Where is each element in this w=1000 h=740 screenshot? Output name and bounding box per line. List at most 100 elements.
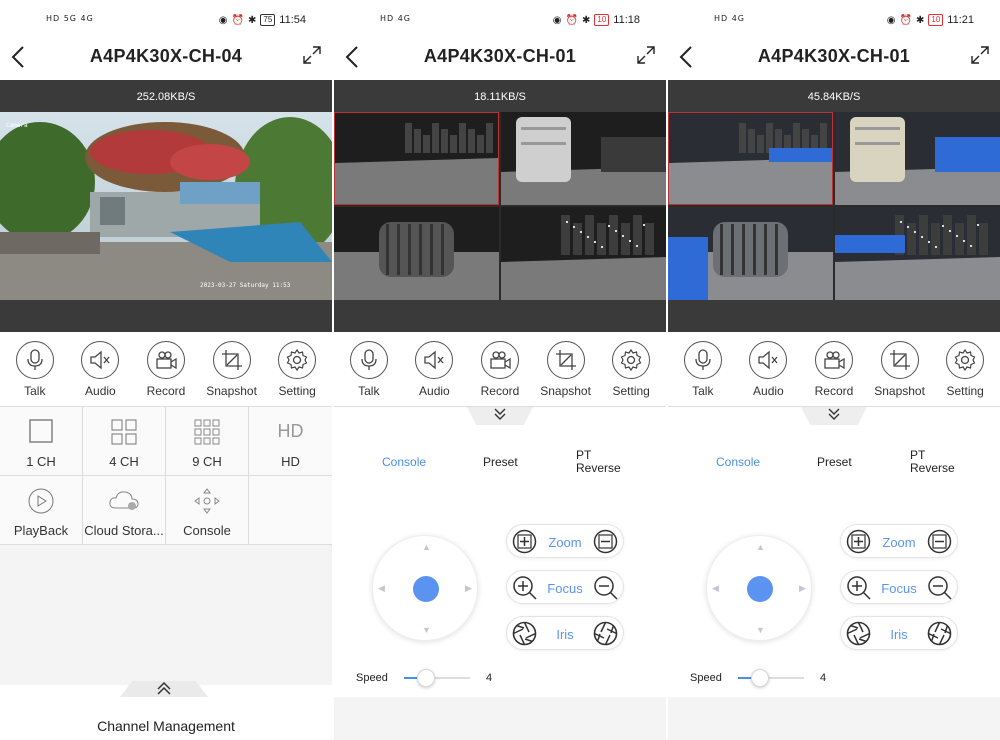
record-button[interactable]: Record xyxy=(135,333,197,406)
speed-label: Speed xyxy=(356,672,388,684)
collapse-panel-button[interactable] xyxy=(801,407,867,425)
video-tile-3[interactable] xyxy=(668,207,833,300)
video-camera-icon xyxy=(156,351,177,370)
tab-pt-reverse[interactable]: PT Reverse xyxy=(910,449,960,475)
double-chevron-down-icon xyxy=(494,408,506,420)
bluetooth-icon: ✱ xyxy=(581,14,591,26)
setting-button[interactable]: Setting xyxy=(600,333,662,406)
left-arrow-icon[interactable]: ◀ xyxy=(712,583,719,594)
toolbar: Talk Audio Record Snapshot Setting xyxy=(668,333,1000,407)
speed-control: Speed 4 xyxy=(668,665,1000,689)
right-arrow-icon[interactable]: ▶ xyxy=(799,583,806,594)
record-button[interactable]: Record xyxy=(803,333,865,406)
speed-slider-thumb[interactable] xyxy=(751,669,769,687)
focus-out-icon[interactable] xyxy=(926,574,953,601)
tab-pt-reverse[interactable]: PT Reverse xyxy=(576,449,626,475)
video-view[interactable] xyxy=(334,112,666,300)
tab-console[interactable]: Console xyxy=(382,455,426,469)
phone-screen-2: HD 4G ◉ ⏰ ✱ 10 11:18 A4P4K30X-CH-01 18.1… xyxy=(334,0,666,740)
video-tile-1[interactable] xyxy=(668,112,833,205)
playback-button[interactable]: PlayBack xyxy=(0,476,83,545)
video-tile-1[interactable] xyxy=(334,112,499,205)
hd-button[interactable]: HD HD xyxy=(249,407,332,476)
gear-icon xyxy=(620,349,642,371)
speed-slider[interactable] xyxy=(738,669,804,687)
speed-control: Speed 4 xyxy=(334,665,666,689)
talk-button[interactable]: Talk xyxy=(672,333,734,406)
down-arrow-icon[interactable]: ▼ xyxy=(422,625,431,635)
channel-management-bar[interactable]: Channel Management xyxy=(0,681,332,740)
fullscreen-icon[interactable] xyxy=(302,45,322,65)
up-arrow-icon[interactable]: ▲ xyxy=(756,542,765,552)
phone-screen-3: HD 4G ◉ ⏰ ✱ 10 11:21 A4P4K30X-CH-01 45.8… xyxy=(668,0,1000,740)
four-channel-button[interactable]: 4 CH xyxy=(83,407,166,476)
video-tile-4[interactable] xyxy=(835,207,1000,300)
fullscreen-icon[interactable] xyxy=(970,45,990,65)
audio-button[interactable]: Audio xyxy=(737,333,799,406)
one-channel-button[interactable]: 1 CH xyxy=(0,407,83,476)
page-title: A4P4K30X-CH-01 xyxy=(757,46,911,66)
hd-text-icon: HD xyxy=(277,421,304,441)
ptz-joystick[interactable]: ▲ ▼ ◀ ▶ xyxy=(706,535,812,641)
video-tile-4[interactable] xyxy=(501,207,666,300)
gear-icon xyxy=(954,349,976,371)
cloud-storage-button[interactable]: Cloud Stora... xyxy=(83,476,166,545)
camera-feed-image xyxy=(334,207,499,300)
audio-button[interactable]: Audio xyxy=(403,333,465,406)
collapse-panel-button[interactable] xyxy=(467,407,533,425)
joystick-knob[interactable] xyxy=(747,576,773,602)
focus-out-icon[interactable] xyxy=(592,574,619,601)
video-camera-icon xyxy=(490,351,511,370)
setting-button[interactable]: Setting xyxy=(934,333,996,406)
talk-button[interactable]: Talk xyxy=(4,333,66,406)
record-button[interactable]: Record xyxy=(469,333,531,406)
network-indicators: HD 4G xyxy=(380,14,412,23)
zoom-control: Zoom xyxy=(506,524,624,558)
battery-indicator: 10 xyxy=(928,14,944,26)
crop-icon xyxy=(555,350,576,370)
up-arrow-icon[interactable]: ▲ xyxy=(422,542,431,552)
camera-timestamp: 2023-03-27 Saturday 11:53 xyxy=(200,282,291,289)
speaker-muted-icon xyxy=(758,350,778,370)
status-bar: HD 4G ◉ ⏰ ✱ 10 11:21 xyxy=(668,0,1000,36)
video-tile-3[interactable] xyxy=(334,207,499,300)
iris-close-icon[interactable] xyxy=(926,620,953,647)
channel-management-label: Channel Management xyxy=(97,718,235,734)
video-view[interactable] xyxy=(668,112,1000,300)
ptz-joystick[interactable]: ▲ ▼ ◀ ▶ xyxy=(372,535,478,641)
video-tile-2[interactable] xyxy=(501,112,666,205)
iris-close-icon[interactable] xyxy=(592,620,619,647)
title-bar: A4P4K30X-CH-01 xyxy=(334,36,666,80)
speaker-muted-icon xyxy=(424,350,444,370)
snapshot-button[interactable]: Snapshot xyxy=(535,333,597,406)
talk-button[interactable]: Talk xyxy=(338,333,400,406)
tab-preset[interactable]: Preset xyxy=(483,455,518,469)
fullscreen-icon[interactable] xyxy=(636,45,656,65)
tab-console[interactable]: Console xyxy=(716,455,760,469)
camera-feed-image xyxy=(501,112,666,205)
console-button[interactable]: Console xyxy=(166,476,249,545)
alarm-icon: ⏰ xyxy=(565,14,578,26)
snapshot-button[interactable]: Snapshot xyxy=(869,333,931,406)
zoom-out-icon[interactable] xyxy=(592,528,619,555)
zoom-out-icon[interactable] xyxy=(926,528,953,555)
video-view[interactable]: Camera 2023-03-27 Saturday 11:53 xyxy=(0,112,332,300)
clock: 11:54 xyxy=(279,14,306,26)
snapshot-button[interactable]: Snapshot xyxy=(201,333,263,406)
left-arrow-icon[interactable]: ◀ xyxy=(378,583,385,594)
audio-button[interactable]: Audio xyxy=(69,333,131,406)
alarm-icon: ⏰ xyxy=(231,14,244,26)
iris-control: Iris xyxy=(840,616,958,650)
tab-preset[interactable]: Preset xyxy=(817,455,852,469)
video-tile-2[interactable] xyxy=(835,112,1000,205)
setting-button[interactable]: Setting xyxy=(266,333,328,406)
joystick-knob[interactable] xyxy=(413,576,439,602)
speed-slider-thumb[interactable] xyxy=(417,669,435,687)
nine-channel-button[interactable]: 9 CH xyxy=(166,407,249,476)
down-arrow-icon[interactable]: ▼ xyxy=(756,625,765,635)
camera-label: Camera xyxy=(6,122,28,129)
right-arrow-icon[interactable]: ▶ xyxy=(465,583,472,594)
bitrate-display: 18.11KB/S xyxy=(334,80,666,112)
camera-feed-image xyxy=(835,207,1000,300)
speed-slider[interactable] xyxy=(404,669,470,687)
